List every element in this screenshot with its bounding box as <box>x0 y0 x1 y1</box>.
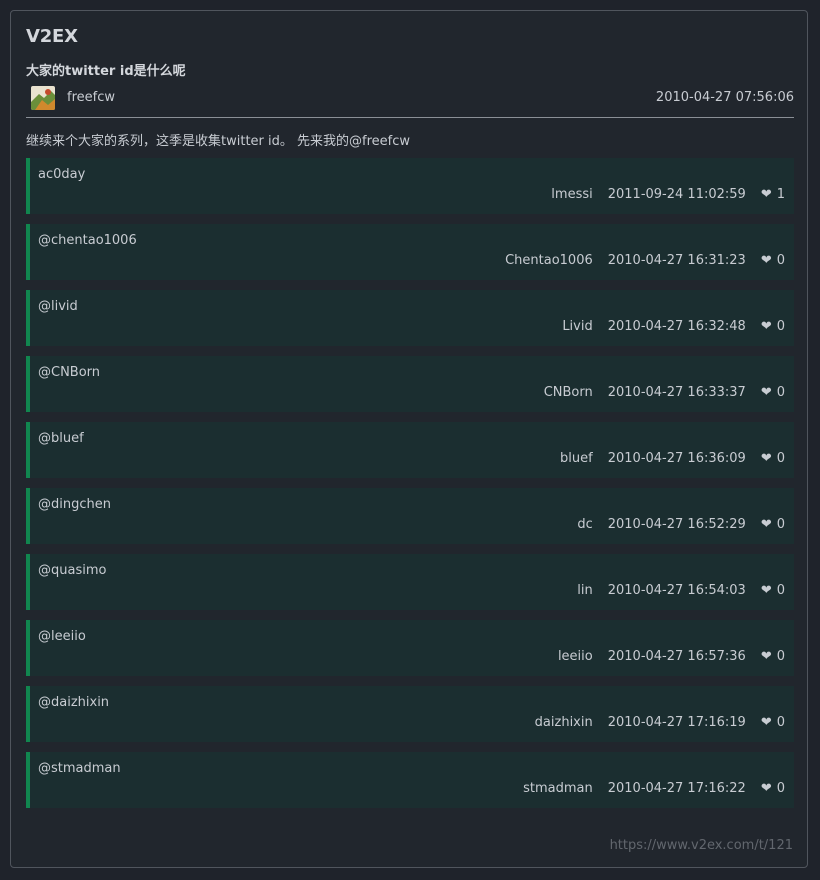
topic-content: 继续来个大家的系列，这季是收集twitter id。 先来我的@freefcw <box>26 134 410 149</box>
reply-list: ac0day lmessi 2011-09-24 11:02:59 ❤ 1 @chenta… <box>26 158 794 818</box>
site-name[interactable]: V2EX <box>26 26 78 47</box>
reply-item: @livid Livid 2010-04-27 16:32:48 ❤ 0 <box>26 290 794 346</box>
author-name[interactable]: freefcw <box>67 90 115 105</box>
like-number: 0 <box>776 253 785 268</box>
reply-text: @stmadman <box>38 761 121 776</box>
like-count[interactable]: ❤ 0 <box>761 319 785 334</box>
like-count[interactable]: ❤ 0 <box>761 385 785 400</box>
reply-meta: Livid 2010-04-27 16:32:48 ❤ 0 <box>562 319 785 334</box>
author-avatar[interactable] <box>31 86 55 110</box>
reply-text: @leeiio <box>38 629 86 644</box>
reply-author[interactable]: dc <box>577 517 592 532</box>
reply-time: 2010-04-27 16:31:23 <box>607 253 746 268</box>
topic-title[interactable]: 大家的twitter id是什么呢 <box>26 60 186 79</box>
reply-author[interactable]: lmessi <box>551 187 592 202</box>
reply-author[interactable]: CNBorn <box>544 385 593 400</box>
heart-icon: ❤ <box>760 781 772 796</box>
reply-time: 2010-04-27 16:36:09 <box>607 451 746 466</box>
reply-item: @daizhixin daizhixin 2010-04-27 17:16:19 ❤ 0 <box>26 686 794 742</box>
reply-time: 2010-04-27 16:57:36 <box>607 649 746 664</box>
like-count[interactable]: ❤ 0 <box>761 781 785 796</box>
heart-icon: ❤ <box>760 517 772 532</box>
heart-icon: ❤ <box>760 649 772 664</box>
reply-time: 2011-09-24 11:02:59 <box>607 187 746 202</box>
reply-text: ac0day <box>38 167 86 182</box>
like-number: 0 <box>776 649 785 664</box>
reply-item: @CNBorn CNBorn 2010-04-27 16:33:37 ❤ 0 <box>26 356 794 412</box>
reply-meta: leeiio 2010-04-27 16:57:36 ❤ 0 <box>558 649 785 664</box>
reply-text: @livid <box>38 299 78 314</box>
divider <box>26 117 794 118</box>
heart-icon: ❤ <box>760 187 772 202</box>
like-count[interactable]: ❤ 0 <box>761 451 785 466</box>
like-number: 0 <box>776 715 785 730</box>
heart-icon: ❤ <box>760 319 772 334</box>
like-number: 0 <box>776 385 785 400</box>
reply-text: @quasimo <box>38 563 107 578</box>
reply-text: @chentao1006 <box>38 233 137 248</box>
heart-icon: ❤ <box>760 385 772 400</box>
like-number: 0 <box>776 517 785 532</box>
reply-meta: daizhixin 2010-04-27 17:16:19 ❤ 0 <box>535 715 785 730</box>
reply-meta: bluef 2010-04-27 16:36:09 ❤ 0 <box>560 451 785 466</box>
reply-time: 2010-04-27 17:16:19 <box>607 715 746 730</box>
heart-icon: ❤ <box>760 583 772 598</box>
reply-item: @chentao1006 Chentao1006 2010-04-27 16:31:… <box>26 224 794 280</box>
reply-text: @bluef <box>38 431 84 446</box>
reply-item: ac0day lmessi 2011-09-24 11:02:59 ❤ 1 <box>26 158 794 214</box>
reply-time: 2010-04-27 16:54:03 <box>607 583 746 598</box>
like-number: 0 <box>776 451 785 466</box>
reply-text: @dingchen <box>38 497 111 512</box>
like-number: 0 <box>776 319 785 334</box>
reply-item: @dingchen dc 2010-04-27 16:52:29 ❤ 0 <box>26 488 794 544</box>
reply-author[interactable]: Chentao1006 <box>505 253 593 268</box>
reply-text: @daizhixin <box>38 695 110 710</box>
reply-item: @stmadman stmadman 2010-04-27 17:16:22 ❤ 0 <box>26 752 794 808</box>
reply-meta: dc 2010-04-27 16:52:29 ❤ 0 <box>577 517 785 532</box>
reply-meta: Chentao1006 2010-04-27 16:31:23 ❤ 0 <box>505 253 785 268</box>
like-count[interactable]: ❤ 0 <box>761 649 785 664</box>
reply-time: 2010-04-27 16:32:48 <box>607 319 746 334</box>
reply-item: @bluef bluef 2010-04-27 16:36:09 ❤ 0 <box>26 422 794 478</box>
topic-meta: freefcw 2010-04-27 07:56:06 <box>26 85 794 111</box>
created-time: 2010-04-27 07:56:06 <box>655 90 794 105</box>
like-count[interactable]: ❤ 0 <box>761 715 785 730</box>
heart-icon: ❤ <box>760 253 772 268</box>
topic-card: V2EX 大家的twitter id是什么呢 freefcw 2010-04-2… <box>10 10 808 868</box>
reply-time: 2010-04-27 16:33:37 <box>607 385 746 400</box>
avatar-image <box>31 86 55 110</box>
reply-author[interactable]: lin <box>577 583 592 598</box>
reply-author[interactable]: bluef <box>560 451 593 466</box>
heart-icon: ❤ <box>760 715 772 730</box>
reply-item: @leeiio leeiio 2010-04-27 16:57:36 ❤ 0 <box>26 620 794 676</box>
like-count[interactable]: ❤ 0 <box>761 517 785 532</box>
reply-author[interactable]: daizhixin <box>535 715 593 730</box>
like-count[interactable]: ❤ 0 <box>761 583 785 598</box>
reply-time: 2010-04-27 16:52:29 <box>607 517 746 532</box>
reply-time: 2010-04-27 17:16:22 <box>607 781 746 796</box>
like-number: 0 <box>776 583 785 598</box>
reply-author[interactable]: stmadman <box>523 781 593 796</box>
like-number: 1 <box>776 187 785 202</box>
like-count[interactable]: ❤ 1 <box>761 187 785 202</box>
reply-meta: stmadman 2010-04-27 17:16:22 ❤ 0 <box>523 781 785 796</box>
like-count[interactable]: ❤ 0 <box>761 253 785 268</box>
reply-author[interactable]: Livid <box>562 319 592 334</box>
like-number: 0 <box>776 781 785 796</box>
reply-meta: lmessi 2011-09-24 11:02:59 ❤ 1 <box>551 187 785 202</box>
source-url[interactable]: https://www.v2ex.com/t/121 <box>610 838 793 853</box>
reply-meta: CNBorn 2010-04-27 16:33:37 ❤ 0 <box>544 385 785 400</box>
reply-text: @CNBorn <box>38 365 101 380</box>
reply-meta: lin 2010-04-27 16:54:03 ❤ 0 <box>577 583 785 598</box>
heart-icon: ❤ <box>760 451 772 466</box>
reply-author[interactable]: leeiio <box>558 649 593 664</box>
reply-item: @quasimo lin 2010-04-27 16:54:03 ❤ 0 <box>26 554 794 610</box>
